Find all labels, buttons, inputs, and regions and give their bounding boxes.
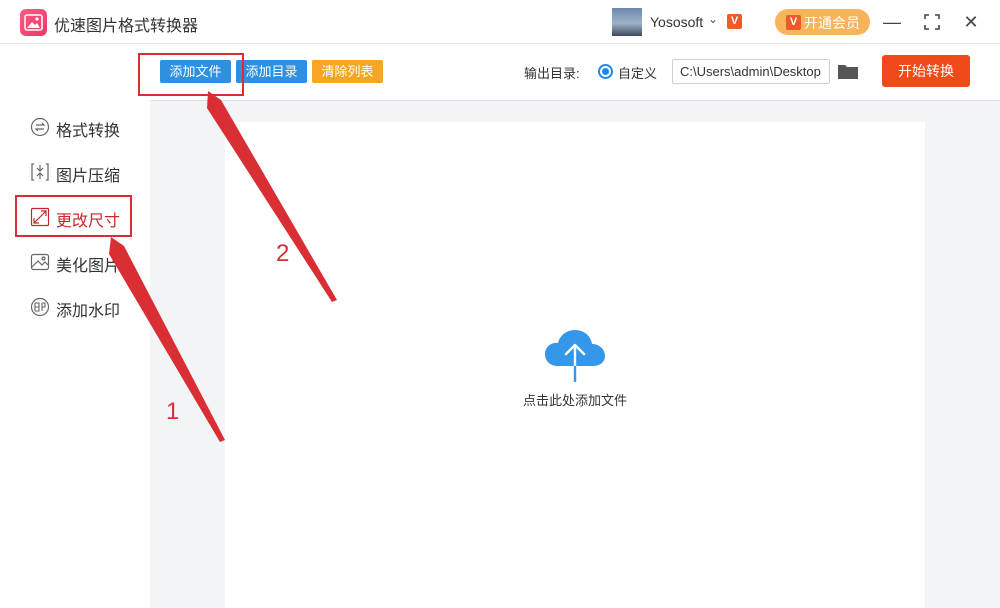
avatar[interactable] bbox=[612, 8, 642, 36]
custom-radio-label[interactable]: 自定义 bbox=[618, 63, 657, 82]
app-title: 优速图片格式转换器 bbox=[54, 18, 199, 35]
main-content: 点击此处添加文件 bbox=[150, 101, 1000, 608]
start-convert-button[interactable]: 开始转换 bbox=[882, 55, 970, 87]
folder-icon[interactable] bbox=[837, 63, 859, 80]
title-bar: 优速图片格式转换器 Yososoft ⌄ V V 开通会员 — ✕ bbox=[0, 0, 1000, 44]
username[interactable]: Yososoft bbox=[650, 14, 703, 30]
clear-list-button[interactable]: 清除列表 bbox=[312, 60, 383, 83]
annotation-box-add-file bbox=[138, 53, 244, 96]
output-path-input[interactable] bbox=[672, 59, 830, 84]
minimize-button[interactable]: — bbox=[878, 8, 906, 36]
chevron-down-icon[interactable]: ⌄ bbox=[708, 12, 718, 26]
open-vip-button[interactable]: V 开通会员 bbox=[775, 9, 870, 35]
sidebar: 格式转换 图片压缩 更改尺寸 美化图片 添加水印 bbox=[0, 45, 150, 608]
compress-icon bbox=[31, 163, 49, 181]
toolbar: 添加文件 添加目录 清除列表 输出目录: 自定义 开始转换 bbox=[150, 45, 1000, 101]
sidebar-item-label: 格式转换 bbox=[56, 123, 121, 140]
close-button[interactable]: ✕ bbox=[957, 8, 985, 36]
maximize-button[interactable] bbox=[918, 8, 946, 36]
vip-icon: V bbox=[786, 15, 801, 30]
annotation-box-resize bbox=[15, 195, 132, 237]
file-dropzone[interactable]: 点击此处添加文件 bbox=[225, 122, 925, 608]
cloud-upload-icon[interactable] bbox=[544, 328, 606, 384]
sidebar-item-label: 美化图片 bbox=[56, 258, 121, 275]
custom-radio[interactable] bbox=[598, 64, 613, 79]
sidebar-item-label: 添加水印 bbox=[56, 303, 121, 320]
maximize-icon bbox=[924, 14, 940, 30]
add-directory-button[interactable]: 添加目录 bbox=[236, 60, 307, 83]
sidebar-item-label: 图片压缩 bbox=[56, 168, 121, 185]
beautify-icon bbox=[30, 253, 50, 271]
open-vip-label: 开通会员 bbox=[804, 15, 860, 31]
step-number-2: 2 bbox=[276, 240, 290, 267]
format-convert-icon bbox=[30, 117, 50, 137]
dropzone-hint[interactable]: 点击此处添加文件 bbox=[475, 390, 675, 409]
step-number-1: 1 bbox=[166, 398, 180, 425]
watermark-icon bbox=[30, 297, 50, 317]
vip-badge-icon: V bbox=[727, 14, 742, 29]
app-logo-icon bbox=[20, 9, 47, 36]
output-dir-label: 输出目录: bbox=[524, 66, 580, 81]
